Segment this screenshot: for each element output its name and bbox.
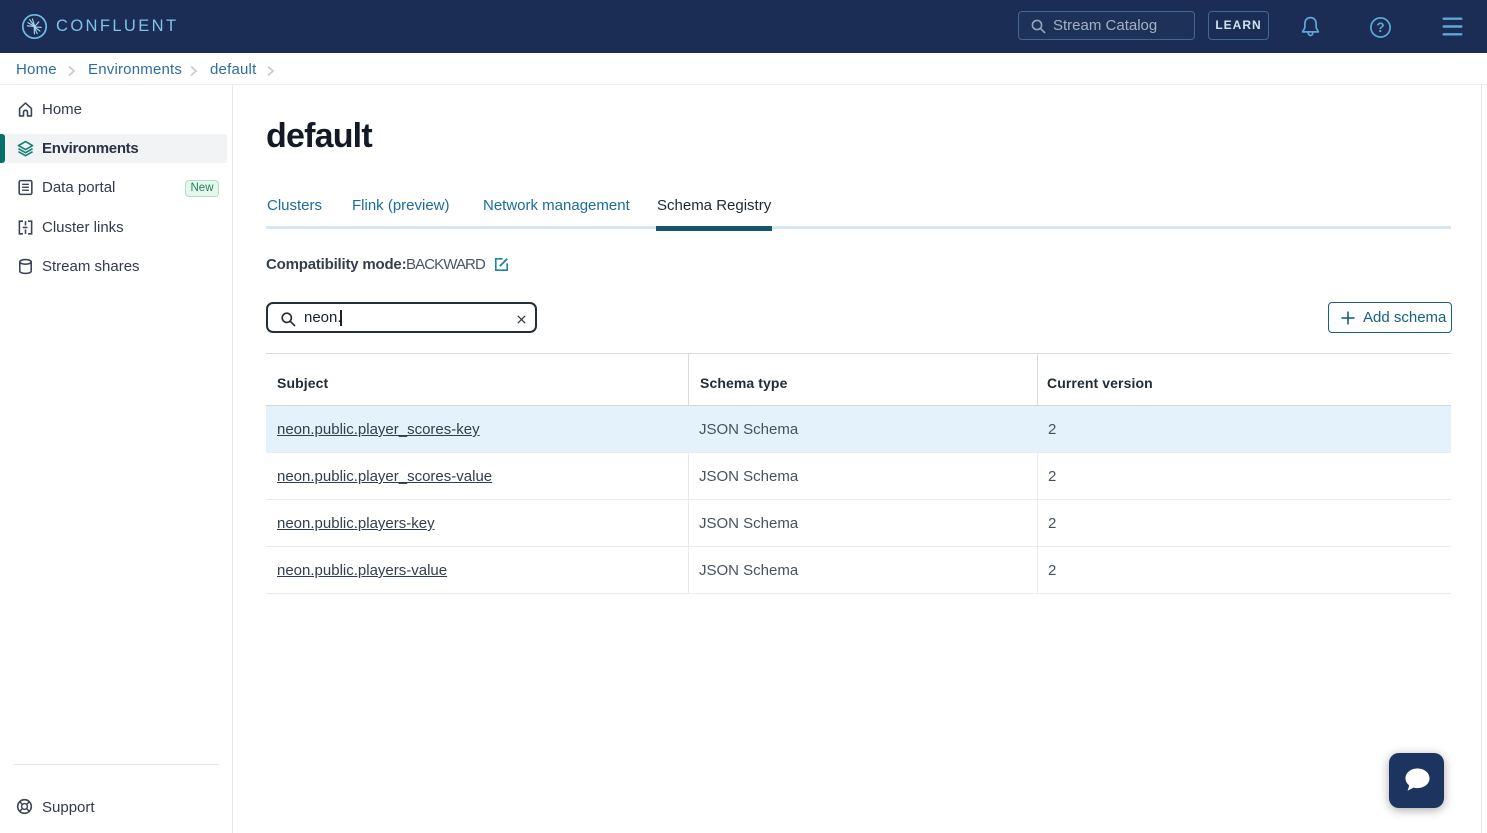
svg-text:?: ?: [1376, 20, 1384, 35]
